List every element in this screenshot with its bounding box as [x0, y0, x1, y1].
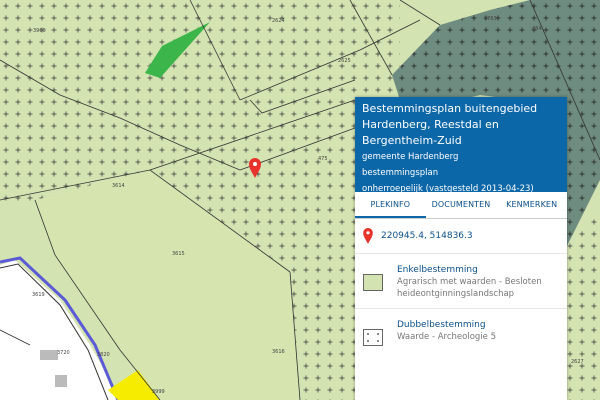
plan-type: bestemmingsplan — [362, 168, 439, 178]
coordinate-row: 220945.4, 514836.3 — [355, 219, 567, 253]
parcel-label: 3960 — [33, 28, 46, 34]
parcel-label: 2763 — [484, 16, 497, 22]
legend-item-enkelbestemming[interactable]: Enkelbestemming Agrarisch met waarden - … — [355, 253, 567, 308]
parcel-label: 2624 — [272, 18, 285, 24]
info-panel: Bestemmingsplan buitengebied Hardenberg,… — [355, 97, 567, 400]
parcel-label: 3614 — [112, 183, 125, 189]
location-pin-icon — [363, 228, 373, 244]
coordinates: 220945.4, 514836.3 — [381, 231, 473, 241]
tab-plekinfo[interactable]: PLEKINFO — [355, 192, 426, 218]
tab-documenten[interactable]: DOCUMENTEN — [426, 192, 497, 218]
legend-title[interactable]: Dubbelbestemming — [397, 319, 496, 331]
panel-tabs: PLEKINFO DOCUMENTEN KENMERKEN — [355, 192, 567, 219]
parcel-label: 2627 — [571, 359, 584, 365]
legend-title[interactable]: Enkelbestemming — [397, 264, 559, 276]
parcel-label: 2625 — [338, 58, 351, 64]
tab-kenmerken[interactable]: KENMERKEN — [496, 192, 567, 218]
parcel-label: 3615 — [172, 251, 185, 257]
municipality: gemeente Hardenberg — [362, 152, 459, 162]
swatch-agrarian — [363, 274, 383, 291]
dots-icon — [363, 329, 383, 346]
parcel-label: 3619 — [32, 292, 45, 298]
parcel-label: 3616 — [272, 349, 285, 355]
building — [55, 375, 67, 387]
panel-header: Bestemmingsplan buitengebied Hardenberg,… — [355, 97, 567, 194]
legend-description: Agrarisch met waarden - Besloten heideon… — [397, 277, 542, 299]
parcel-label: 484 — [532, 26, 542, 32]
parcel-label: 475 — [318, 156, 328, 162]
legend-description: Waarde - Archeologie 5 — [397, 332, 496, 342]
plan-title: Bestemmingsplan buitengebied Hardenberg,… — [362, 102, 538, 147]
parcel-label: 3720 — [57, 350, 70, 356]
archaeology-zone-right — [565, 215, 600, 400]
legend-item-dubbelbestemming[interactable]: Dubbelbestemming Waarde - Archeologie 5 — [355, 308, 567, 354]
building — [40, 350, 58, 360]
parcel-label: 3820 — [97, 352, 110, 358]
parcel-label: 3999 — [152, 389, 165, 395]
